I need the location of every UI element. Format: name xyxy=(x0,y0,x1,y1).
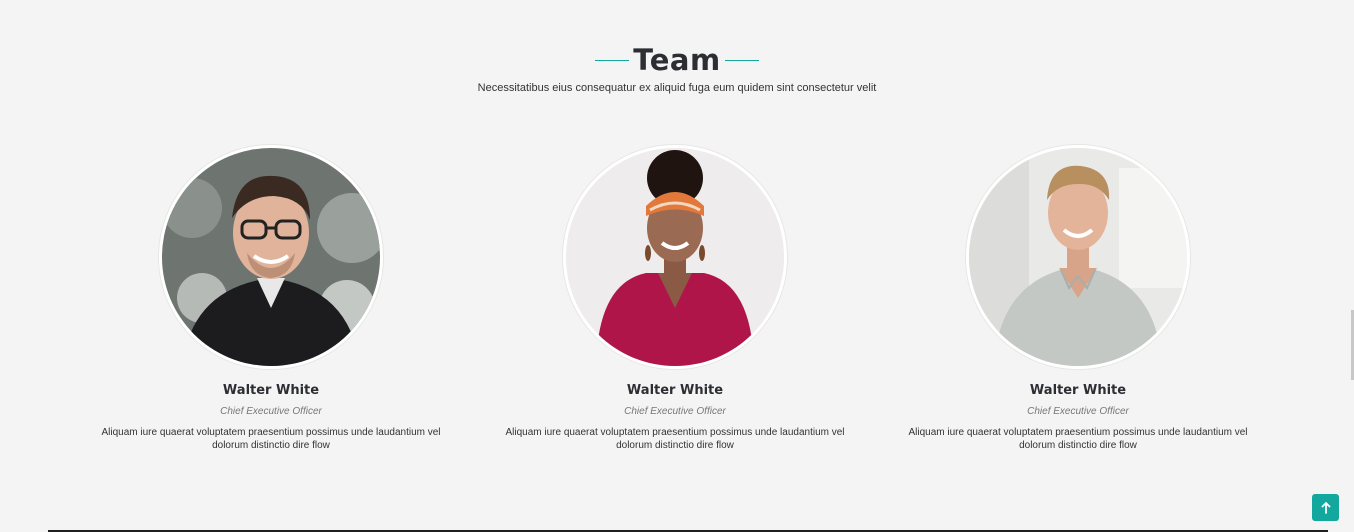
member-photo xyxy=(563,145,787,369)
member-description: Aliquam iure quaerat voluptatem praesent… xyxy=(101,427,441,451)
section-header: Team Necessitatibus eius consequatur ex … xyxy=(0,40,1354,94)
member-description: Aliquam iure quaerat voluptatem praesent… xyxy=(505,427,845,451)
title-line-right xyxy=(724,59,759,61)
arrow-up-icon xyxy=(1321,501,1330,514)
scroll-to-top-button[interactable] xyxy=(1312,494,1339,521)
team-member-card: Walter White Chief Executive Officer Ali… xyxy=(81,145,461,452)
member-photo xyxy=(159,145,383,369)
member-name: Walter White xyxy=(626,383,724,398)
team-member-card: Walter White Chief Executive Officer Ali… xyxy=(485,145,865,452)
section-subtitle: Necessitatibus eius consequatur ex aliqu… xyxy=(477,82,877,94)
member-role: Chief Executive Officer xyxy=(220,406,322,417)
member-name: Walter White xyxy=(222,383,320,398)
member-name: Walter White xyxy=(1029,383,1127,398)
team-page: Team Necessitatibus eius consequatur ex … xyxy=(0,0,1354,532)
title-line-left xyxy=(595,59,630,61)
member-role: Chief Executive Officer xyxy=(624,406,726,417)
section-title: Team xyxy=(633,43,721,77)
member-role: Chief Executive Officer xyxy=(1027,406,1129,417)
title-row: Team xyxy=(0,40,1354,80)
member-description: Aliquam iure quaerat voluptatem praesent… xyxy=(908,427,1248,451)
team-member-card: Walter White Chief Executive Officer Ali… xyxy=(888,145,1268,452)
member-photo xyxy=(966,145,1190,369)
